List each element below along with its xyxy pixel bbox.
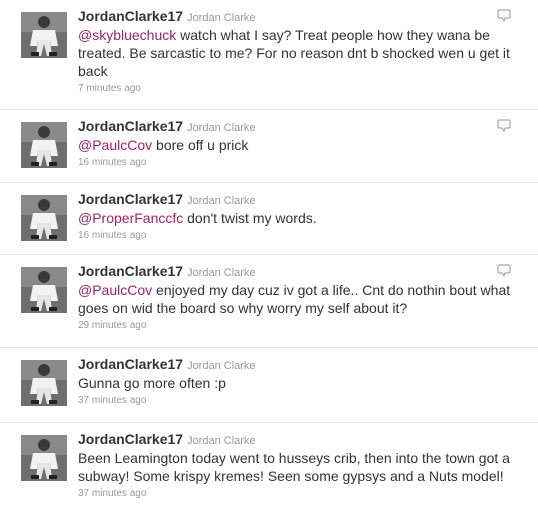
tweet-text: Gunna go more often :p: [78, 374, 524, 392]
mention-link[interactable]: @skybluechuck: [78, 27, 176, 43]
tweet-item: JordanClarke17 Jordan Clarke @PaulcCov bo…: [0, 110, 538, 183]
avatar-image: [21, 122, 67, 168]
avatar-image: [21, 360, 67, 406]
tweet-body: Gunna go more often :p: [78, 375, 226, 391]
reply-icon[interactable]: [497, 9, 511, 22]
tweet-header: JordanClarke17 Jordan Clarke: [78, 190, 524, 209]
mention-link[interactable]: @ProperFanccfc: [78, 210, 183, 226]
timestamp[interactable]: 37 minutes ago: [78, 487, 524, 501]
screen-name[interactable]: JordanClarke17: [78, 118, 183, 134]
tweet-text: @PaulcCov enjoyed my day cuz iv got a li…: [78, 281, 524, 317]
tweet-text: @ProperFanccfc don't twist my words.: [78, 209, 524, 227]
tweet-item: JordanClarke17 Jordan Clarke Been Leaming…: [0, 423, 538, 527]
tweet-content: JordanClarke17 Jordan Clarke Been Leaming…: [78, 430, 524, 501]
tweet-timeline: JordanClarke17 Jordan Clarke @skybluechuc…: [0, 0, 538, 527]
avatar[interactable]: [21, 435, 67, 481]
full-name: Jordan Clarke: [187, 360, 256, 372]
full-name: Jordan Clarke: [187, 435, 256, 447]
timestamp[interactable]: 16 minutes ago: [78, 156, 524, 170]
tweet-header: JordanClarke17 Jordan Clarke: [78, 7, 524, 26]
tweet-body: Been Leamington today went to husseys cr…: [78, 450, 510, 484]
tweet-text: @PaulcCov bore off u prick: [78, 136, 524, 154]
avatar[interactable]: [21, 360, 67, 406]
tweet-content: JordanClarke17 Jordan Clarke Gunna go mor…: [78, 355, 524, 408]
tweet-body: don't twist my words.: [183, 210, 317, 226]
tweet-body: bore off u prick: [152, 137, 249, 153]
tweet-item: JordanClarke17 Jordan Clarke @skybluechuc…: [0, 0, 538, 110]
tweet-text: Been Leamington today went to husseys cr…: [78, 449, 524, 485]
full-name: Jordan Clarke: [187, 267, 256, 279]
reply-icon[interactable]: [497, 119, 511, 132]
tweet-content: JordanClarke17 Jordan Clarke @skybluechuc…: [78, 7, 524, 96]
reply-icon[interactable]: [497, 264, 511, 277]
screen-name[interactable]: JordanClarke17: [78, 191, 183, 207]
full-name: Jordan Clarke: [187, 195, 256, 207]
tweet-item: JordanClarke17 Jordan Clarke @PaulcCov en…: [0, 255, 538, 348]
timestamp[interactable]: 37 minutes ago: [78, 394, 524, 408]
full-name: Jordan Clarke: [187, 12, 256, 24]
avatar-image: [21, 267, 67, 313]
timestamp[interactable]: 29 minutes ago: [78, 319, 524, 333]
tweet-header: JordanClarke17 Jordan Clarke: [78, 262, 524, 281]
avatar-image: [21, 12, 67, 58]
tweet-item: JordanClarke17 Jordan Clarke Gunna go mor…: [0, 348, 538, 423]
tweet-item: JordanClarke17 Jordan Clarke @ProperFancc…: [0, 183, 538, 255]
screen-name[interactable]: JordanClarke17: [78, 263, 183, 279]
timestamp[interactable]: 7 minutes ago: [78, 82, 524, 96]
tweet-text: @skybluechuck watch what I say? Treat pe…: [78, 26, 524, 80]
avatar[interactable]: [21, 12, 67, 58]
mention-link[interactable]: @PaulcCov: [78, 282, 152, 298]
tweet-header: JordanClarke17 Jordan Clarke: [78, 430, 524, 449]
tweet-header: JordanClarke17 Jordan Clarke: [78, 117, 524, 136]
full-name: Jordan Clarke: [187, 122, 256, 134]
avatar[interactable]: [21, 267, 67, 313]
avatar-image: [21, 195, 67, 241]
tweet-content: JordanClarke17 Jordan Clarke @ProperFancc…: [78, 190, 524, 243]
screen-name[interactable]: JordanClarke17: [78, 8, 183, 24]
timestamp[interactable]: 16 minutes ago: [78, 229, 524, 243]
avatar[interactable]: [21, 195, 67, 241]
screen-name[interactable]: JordanClarke17: [78, 431, 183, 447]
screen-name[interactable]: JordanClarke17: [78, 356, 183, 372]
mention-link[interactable]: @PaulcCov: [78, 137, 152, 153]
avatar-image: [21, 435, 67, 481]
tweet-header: JordanClarke17 Jordan Clarke: [78, 355, 524, 374]
tweet-content: JordanClarke17 Jordan Clarke @PaulcCov bo…: [78, 117, 524, 170]
tweet-content: JordanClarke17 Jordan Clarke @PaulcCov en…: [78, 262, 524, 333]
avatar[interactable]: [21, 122, 67, 168]
